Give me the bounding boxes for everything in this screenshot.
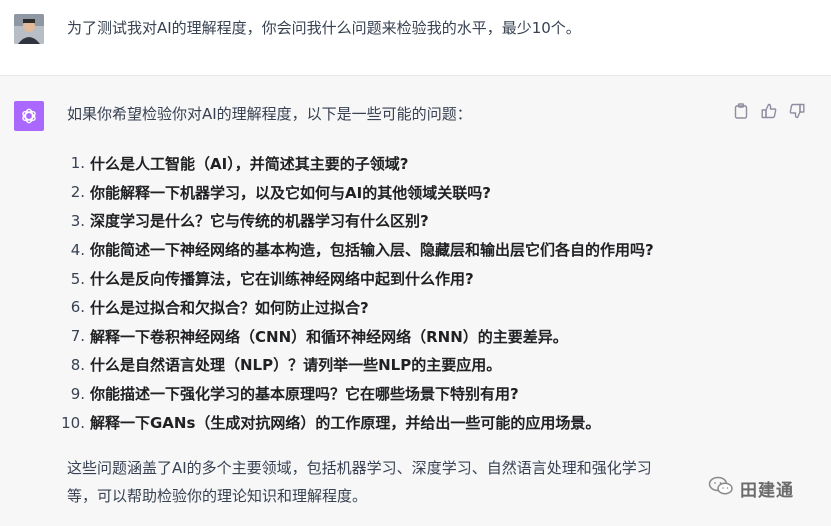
list-item-text: 什么是过拟合和欠拟合？如何防止过拟合? (90, 298, 369, 317)
list-item: 3. 深度学习是什么？它与传统的机器学习有什么区别? (60, 207, 654, 236)
summary-line: 这些问题涵盖了AI的多个主要领域，包括机器学习、深度学习、自然语言处理和强化学习 (67, 459, 652, 477)
list-item-text: 解释一下GANs（生成对抗网络）的工作原理，并给出一些可能的应用场景。 (90, 414, 601, 433)
list-item: 2. 你能解释一下机器学习，以及它如何与AI的其他领域关联吗? (60, 178, 654, 207)
wechat-icon (708, 476, 734, 501)
list-item-number: 1. (70, 154, 85, 173)
list-item-number: 4. (70, 240, 85, 259)
list-item-number: 7. (70, 327, 85, 346)
list-item-text: 你能简述一下神经网络的基本构造，包括输入层、隐藏层和输出层它们各自的作用吗? (90, 241, 654, 260)
assistant-message-row: 如果你希望检验你对AI的理解程度，以下是一些可能的问题： 1. 什么是人工智能（… (0, 76, 831, 526)
question-list: 1. 什么是人工智能（AI），并简述其主要的子领域? 2. 你能解释一下机器学习… (60, 149, 654, 437)
list-item-text: 解释一下卷积神经网络（CNN）和循环神经网络（RNN）的主要差异。 (90, 327, 568, 346)
assistant-intro-text: 如果你希望检验你对AI的理解程度，以下是一些可能的问题： (67, 105, 472, 123)
list-item-text: 什么是人工智能（AI），并简述其主要的子领域? (90, 154, 409, 173)
list-item-number: 5. (70, 269, 85, 288)
list-item-text: 你能描述一下强化学习的基本原理吗？它在哪些场景下特别有用? (90, 385, 519, 404)
user-message-text: 为了测试我对AI的理解程度，你会问我什么问题来检验我的水平，最少10个。 (67, 19, 581, 37)
thumbs-down-icon[interactable] (788, 102, 806, 120)
list-item-number: 6. (70, 298, 85, 317)
summary-line: 等，可以帮助检验你的理论知识和理解程度。 (67, 487, 368, 505)
list-item: 8. 什么是自然语言处理（NLP）？请列举一些NLP的主要应用。 (60, 351, 654, 380)
list-item: 5. 什么是反向传播算法，它在训练神经网络中起到什么作用? (60, 264, 654, 293)
list-item: 1. 什么是人工智能（AI），并简述其主要的子领域? (60, 149, 654, 178)
list-item: 7. 解释一下卷积神经网络（CNN）和循环神经网络（RNN）的主要差异。 (60, 322, 654, 351)
assistant-summary: 这些问题涵盖了AI的多个主要领域，包括机器学习、深度学习、自然语言处理和强化学习… (67, 454, 707, 510)
list-item-number: 8. (70, 355, 85, 374)
list-item: 10. 解释一下GANs（生成对抗网络）的工作原理，并给出一些可能的应用场景。 (60, 408, 654, 437)
user-avatar (14, 14, 44, 44)
list-item-number: 3. (70, 211, 85, 230)
list-item-text: 你能解释一下机器学习，以及它如何与AI的其他领域关联吗? (90, 183, 491, 202)
list-item-number: 2. (70, 183, 85, 202)
list-item-number: 10. (61, 413, 85, 432)
list-item: 9. 你能描述一下强化学习的基本原理吗？它在哪些场景下特别有用? (60, 379, 654, 408)
message-actions (732, 102, 806, 120)
list-item-text: 深度学习是什么？它与传统的机器学习有什么区别? (90, 212, 429, 231)
thumbs-up-icon[interactable] (760, 102, 778, 120)
clipboard-icon[interactable] (732, 102, 750, 120)
list-item: 4. 你能简述一下神经网络的基本构造，包括输入层、隐藏层和输出层它们各自的作用吗… (60, 235, 654, 264)
list-item-number: 9. (70, 384, 85, 403)
list-item-text: 什么是反向传播算法，它在训练神经网络中起到什么作用? (90, 270, 474, 289)
list-item-text: 什么是自然语言处理（NLP）？请列举一些NLP的主要应用。 (90, 356, 502, 375)
openai-logo-icon (14, 101, 44, 131)
watermark: 田建通 (708, 476, 794, 501)
user-message-row: 为了测试我对AI的理解程度，你会问我什么问题来检验我的水平，最少10个。 (0, 0, 831, 76)
list-item: 6. 什么是过拟合和欠拟合？如何防止过拟合? (60, 293, 654, 322)
watermark-text: 田建通 (740, 481, 794, 501)
